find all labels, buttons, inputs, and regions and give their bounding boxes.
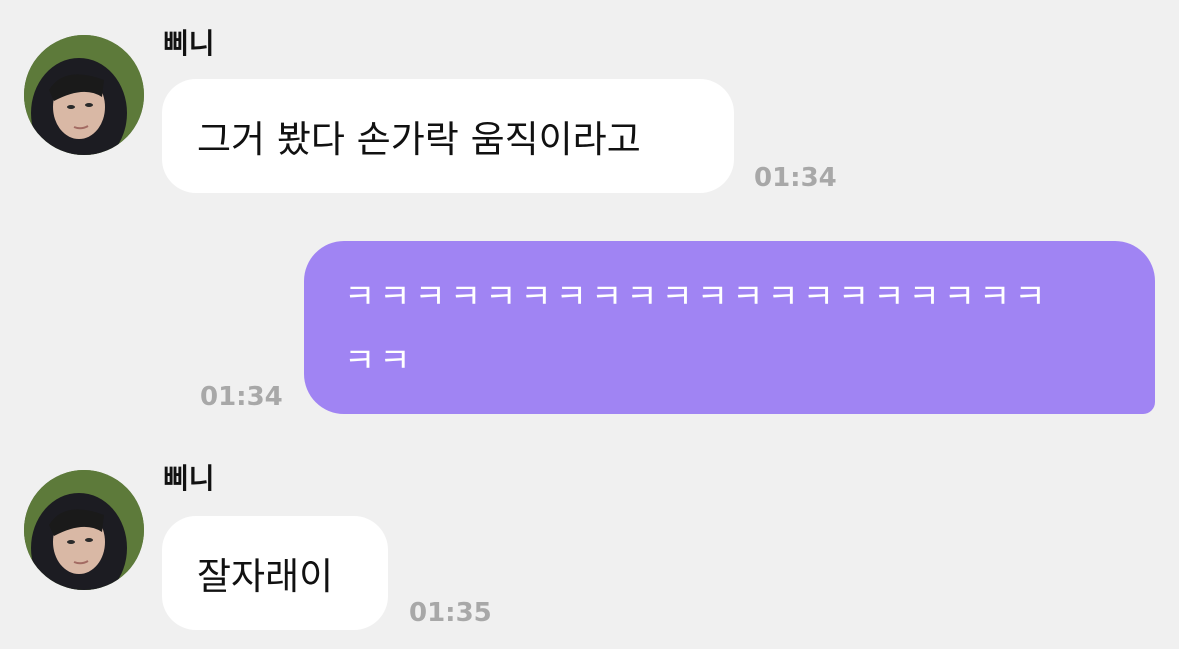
sender-name: 삐니 bbox=[163, 462, 215, 495]
incoming-message-bubble[interactable]: 잘자래이 bbox=[162, 516, 388, 630]
message-time: 01:35 bbox=[409, 598, 492, 628]
message-time: 01:34 bbox=[754, 163, 837, 193]
avatar-photo-icon bbox=[24, 35, 144, 155]
avatar-photo-icon bbox=[24, 470, 144, 590]
message-text-line: ㅋㅋ bbox=[344, 341, 415, 381]
message-text-line: ㅋㅋㅋㅋㅋㅋㅋㅋㅋㅋㅋㅋㅋㅋㅋㅋㅋㅋㅋㅋ bbox=[344, 277, 1050, 317]
sender-name: 삐니 bbox=[163, 27, 215, 60]
sender-avatar[interactable] bbox=[24, 35, 144, 155]
sender-avatar[interactable] bbox=[24, 470, 144, 590]
message-text: 그거 봤다 손가락 움직이라고 bbox=[197, 118, 641, 161]
message-text: 잘자래이 bbox=[197, 555, 334, 598]
incoming-message-bubble[interactable]: 그거 봤다 손가락 움직이라고 bbox=[162, 79, 734, 193]
outgoing-message-bubble[interactable]: ㅋㅋㅋㅋㅋㅋㅋㅋㅋㅋㅋㅋㅋㅋㅋㅋㅋㅋㅋㅋ ㅋㅋ bbox=[304, 241, 1155, 414]
message-time: 01:34 bbox=[200, 382, 283, 412]
